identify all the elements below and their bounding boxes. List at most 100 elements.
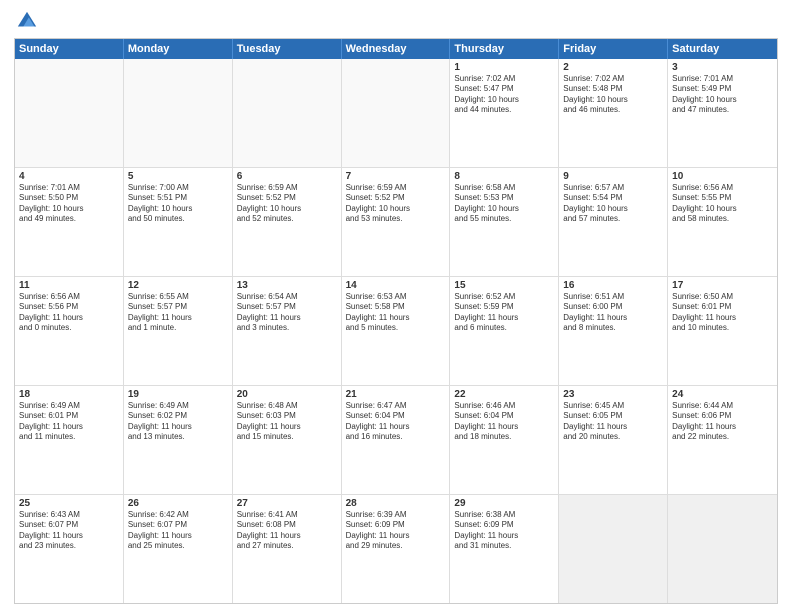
day-info: Sunrise: 6:48 AM Sunset: 6:03 PM Dayligh… — [237, 401, 337, 443]
day-info: Sunrise: 7:02 AM Sunset: 5:47 PM Dayligh… — [454, 74, 554, 116]
day-info: Sunrise: 6:56 AM Sunset: 5:56 PM Dayligh… — [19, 292, 119, 334]
day-cell-1: 1Sunrise: 7:02 AM Sunset: 5:47 PM Daylig… — [450, 59, 559, 167]
day-cell-18: 18Sunrise: 6:49 AM Sunset: 6:01 PM Dayli… — [15, 386, 124, 494]
day-info: Sunrise: 7:01 AM Sunset: 5:50 PM Dayligh… — [19, 183, 119, 225]
calendar-body: 1Sunrise: 7:02 AM Sunset: 5:47 PM Daylig… — [15, 59, 777, 603]
day-info: Sunrise: 7:01 AM Sunset: 5:49 PM Dayligh… — [672, 74, 773, 116]
day-info: Sunrise: 6:58 AM Sunset: 5:53 PM Dayligh… — [454, 183, 554, 225]
logo — [14, 10, 38, 32]
day-number: 3 — [672, 62, 773, 73]
empty-cell — [668, 495, 777, 603]
day-info: Sunrise: 6:46 AM Sunset: 6:04 PM Dayligh… — [454, 401, 554, 443]
header-day-wednesday: Wednesday — [342, 39, 451, 59]
page: SundayMondayTuesdayWednesdayThursdayFrid… — [0, 0, 792, 612]
day-number: 10 — [672, 171, 773, 182]
day-info: Sunrise: 6:49 AM Sunset: 6:02 PM Dayligh… — [128, 401, 228, 443]
day-cell-14: 14Sunrise: 6:53 AM Sunset: 5:58 PM Dayli… — [342, 277, 451, 385]
day-info: Sunrise: 6:59 AM Sunset: 5:52 PM Dayligh… — [346, 183, 446, 225]
logo-icon — [16, 10, 38, 32]
header-day-friday: Friday — [559, 39, 668, 59]
day-info: Sunrise: 6:49 AM Sunset: 6:01 PM Dayligh… — [19, 401, 119, 443]
day-info: Sunrise: 6:56 AM Sunset: 5:55 PM Dayligh… — [672, 183, 773, 225]
day-info: Sunrise: 6:57 AM Sunset: 5:54 PM Dayligh… — [563, 183, 663, 225]
day-info: Sunrise: 6:45 AM Sunset: 6:05 PM Dayligh… — [563, 401, 663, 443]
header — [14, 10, 778, 32]
empty-cell — [233, 59, 342, 167]
day-number: 7 — [346, 171, 446, 182]
day-cell-17: 17Sunrise: 6:50 AM Sunset: 6:01 PM Dayli… — [668, 277, 777, 385]
day-number: 14 — [346, 280, 446, 291]
day-cell-3: 3Sunrise: 7:01 AM Sunset: 5:49 PM Daylig… — [668, 59, 777, 167]
calendar-week-2: 11Sunrise: 6:56 AM Sunset: 5:56 PM Dayli… — [15, 277, 777, 386]
day-number: 17 — [672, 280, 773, 291]
day-cell-11: 11Sunrise: 6:56 AM Sunset: 5:56 PM Dayli… — [15, 277, 124, 385]
day-number: 8 — [454, 171, 554, 182]
calendar: SundayMondayTuesdayWednesdayThursdayFrid… — [14, 38, 778, 604]
day-number: 19 — [128, 389, 228, 400]
day-info: Sunrise: 6:50 AM Sunset: 6:01 PM Dayligh… — [672, 292, 773, 334]
day-number: 1 — [454, 62, 554, 73]
day-number: 28 — [346, 498, 446, 509]
day-number: 25 — [19, 498, 119, 509]
day-cell-8: 8Sunrise: 6:58 AM Sunset: 5:53 PM Daylig… — [450, 168, 559, 276]
day-cell-29: 29Sunrise: 6:38 AM Sunset: 6:09 PM Dayli… — [450, 495, 559, 603]
day-cell-26: 26Sunrise: 6:42 AM Sunset: 6:07 PM Dayli… — [124, 495, 233, 603]
header-day-thursday: Thursday — [450, 39, 559, 59]
day-cell-21: 21Sunrise: 6:47 AM Sunset: 6:04 PM Dayli… — [342, 386, 451, 494]
day-cell-27: 27Sunrise: 6:41 AM Sunset: 6:08 PM Dayli… — [233, 495, 342, 603]
header-day-monday: Monday — [124, 39, 233, 59]
day-cell-6: 6Sunrise: 6:59 AM Sunset: 5:52 PM Daylig… — [233, 168, 342, 276]
day-info: Sunrise: 6:38 AM Sunset: 6:09 PM Dayligh… — [454, 510, 554, 552]
day-cell-4: 4Sunrise: 7:01 AM Sunset: 5:50 PM Daylig… — [15, 168, 124, 276]
day-info: Sunrise: 6:59 AM Sunset: 5:52 PM Dayligh… — [237, 183, 337, 225]
day-number: 24 — [672, 389, 773, 400]
day-info: Sunrise: 6:42 AM Sunset: 6:07 PM Dayligh… — [128, 510, 228, 552]
day-number: 11 — [19, 280, 119, 291]
day-cell-5: 5Sunrise: 7:00 AM Sunset: 5:51 PM Daylig… — [124, 168, 233, 276]
empty-cell — [15, 59, 124, 167]
day-number: 18 — [19, 389, 119, 400]
day-cell-19: 19Sunrise: 6:49 AM Sunset: 6:02 PM Dayli… — [124, 386, 233, 494]
day-info: Sunrise: 7:02 AM Sunset: 5:48 PM Dayligh… — [563, 74, 663, 116]
day-cell-24: 24Sunrise: 6:44 AM Sunset: 6:06 PM Dayli… — [668, 386, 777, 494]
day-number: 9 — [563, 171, 663, 182]
day-number: 21 — [346, 389, 446, 400]
day-number: 26 — [128, 498, 228, 509]
day-cell-16: 16Sunrise: 6:51 AM Sunset: 6:00 PM Dayli… — [559, 277, 668, 385]
day-number: 12 — [128, 280, 228, 291]
calendar-week-0: 1Sunrise: 7:02 AM Sunset: 5:47 PM Daylig… — [15, 59, 777, 168]
calendar-week-4: 25Sunrise: 6:43 AM Sunset: 6:07 PM Dayli… — [15, 495, 777, 603]
day-info: Sunrise: 6:53 AM Sunset: 5:58 PM Dayligh… — [346, 292, 446, 334]
calendar-header: SundayMondayTuesdayWednesdayThursdayFrid… — [15, 39, 777, 59]
day-cell-10: 10Sunrise: 6:56 AM Sunset: 5:55 PM Dayli… — [668, 168, 777, 276]
day-info: Sunrise: 6:39 AM Sunset: 6:09 PM Dayligh… — [346, 510, 446, 552]
day-number: 2 — [563, 62, 663, 73]
day-number: 23 — [563, 389, 663, 400]
day-cell-13: 13Sunrise: 6:54 AM Sunset: 5:57 PM Dayli… — [233, 277, 342, 385]
day-number: 16 — [563, 280, 663, 291]
day-info: Sunrise: 6:41 AM Sunset: 6:08 PM Dayligh… — [237, 510, 337, 552]
day-cell-25: 25Sunrise: 6:43 AM Sunset: 6:07 PM Dayli… — [15, 495, 124, 603]
day-number: 29 — [454, 498, 554, 509]
day-info: Sunrise: 6:43 AM Sunset: 6:07 PM Dayligh… — [19, 510, 119, 552]
day-cell-15: 15Sunrise: 6:52 AM Sunset: 5:59 PM Dayli… — [450, 277, 559, 385]
day-info: Sunrise: 7:00 AM Sunset: 5:51 PM Dayligh… — [128, 183, 228, 225]
day-number: 6 — [237, 171, 337, 182]
calendar-week-1: 4Sunrise: 7:01 AM Sunset: 5:50 PM Daylig… — [15, 168, 777, 277]
calendar-week-3: 18Sunrise: 6:49 AM Sunset: 6:01 PM Dayli… — [15, 386, 777, 495]
empty-cell — [559, 495, 668, 603]
header-day-tuesday: Tuesday — [233, 39, 342, 59]
day-number: 20 — [237, 389, 337, 400]
header-day-sunday: Sunday — [15, 39, 124, 59]
day-number: 22 — [454, 389, 554, 400]
day-number: 4 — [19, 171, 119, 182]
day-info: Sunrise: 6:55 AM Sunset: 5:57 PM Dayligh… — [128, 292, 228, 334]
day-number: 13 — [237, 280, 337, 291]
day-cell-22: 22Sunrise: 6:46 AM Sunset: 6:04 PM Dayli… — [450, 386, 559, 494]
day-info: Sunrise: 6:52 AM Sunset: 5:59 PM Dayligh… — [454, 292, 554, 334]
day-cell-28: 28Sunrise: 6:39 AM Sunset: 6:09 PM Dayli… — [342, 495, 451, 603]
day-info: Sunrise: 6:51 AM Sunset: 6:00 PM Dayligh… — [563, 292, 663, 334]
day-cell-9: 9Sunrise: 6:57 AM Sunset: 5:54 PM Daylig… — [559, 168, 668, 276]
day-number: 5 — [128, 171, 228, 182]
day-number: 15 — [454, 280, 554, 291]
